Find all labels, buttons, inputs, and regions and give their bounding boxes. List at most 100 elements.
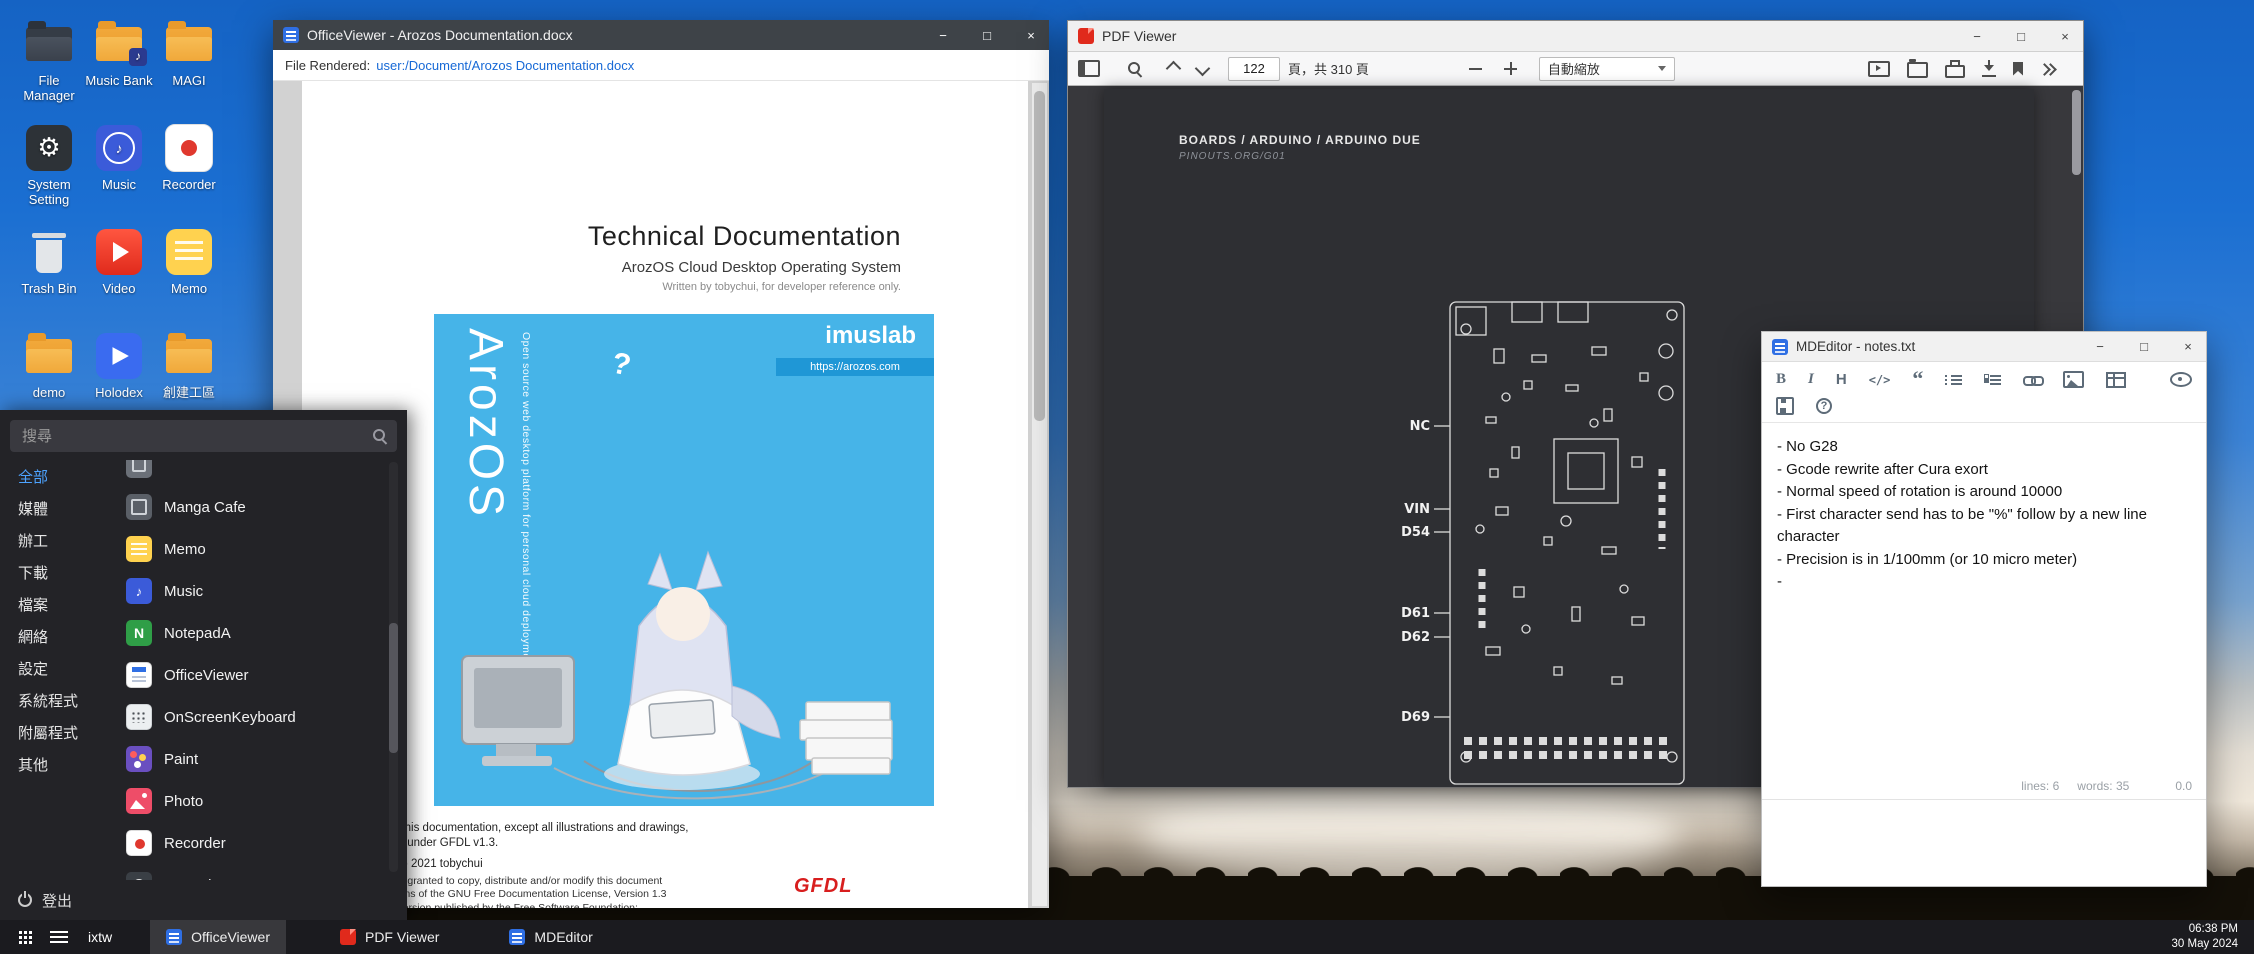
app-item-notepada[interactable]: NNotepadA [126,612,381,654]
table-icon[interactable] [2106,372,2126,388]
desktop-icon-memo[interactable]: Memo [154,226,224,330]
open-file-icon[interactable] [1907,62,1928,78]
start-menu-categories: 全部 媒體 辦工 下載 檔案 網絡 設定 系統程式 附屬程式 其他 [0,460,126,880]
code-button[interactable]: </> [1869,374,1891,386]
desktop-icon-music[interactable]: ♪ Music [84,122,154,226]
italic-button[interactable]: I [1808,372,1814,387]
category-media[interactable]: 媒體 [18,492,126,524]
file-rendered-label: File Rendered: [285,58,370,73]
app-item-partial[interactable] [126,460,381,486]
icon-label: Video [84,282,154,297]
help-button[interactable]: ? [1816,398,1832,414]
numbered-list-icon[interactable] [1984,374,2001,386]
category-settings[interactable]: 設定 [18,652,126,684]
ime-indicator[interactable]: ixtw [88,929,112,945]
close-button[interactable]: × [1013,20,1049,50]
heading-button[interactable]: H [1836,372,1847,387]
bullet-list-icon[interactable] [1945,374,1962,386]
image-icon[interactable] [2063,371,2084,388]
minimize-button[interactable]: − [2082,332,2118,361]
category-network[interactable]: 網絡 [18,620,126,652]
desktop-icon-file-manager[interactable]: File Manager [14,18,84,122]
desktop-icon-music-bank[interactable]: ♪ Music Bank [84,18,154,122]
maximize-button[interactable]: □ [969,20,1005,50]
app-item-paint[interactable]: Paint [126,738,381,780]
quote-button[interactable]: “ [1912,375,1923,384]
category-office[interactable]: 辦工 [18,524,126,556]
page-number-input[interactable] [1228,57,1280,81]
window-title: OfficeViewer - Arozos Documentation.docx [307,27,573,43]
preview-eye-icon[interactable] [2170,372,2192,387]
taskbar-clock[interactable]: 06:38 PM 30 May 2024 [2172,922,2245,952]
logout-button[interactable]: 登出 [0,880,407,920]
search-input[interactable] [20,427,373,446]
category-others[interactable]: 其他 [18,748,126,780]
sidebar-toggle-icon[interactable] [1078,60,1100,77]
pdfviewer-titlebar[interactable]: PDF Viewer − □ × [1068,21,2083,52]
start-menu-search[interactable] [10,420,397,452]
artwork-question-mark: ? [609,346,634,383]
presentation-mode-icon[interactable] [1868,61,1890,77]
document-scrollbar[interactable] [1032,83,1047,906]
previous-page-icon[interactable] [1166,61,1182,77]
zoom-select[interactable]: 自動縮放 [1539,57,1675,81]
taskbar-item-officeviewer[interactable]: OfficeViewer [150,920,286,954]
close-button[interactable]: × [2047,21,2083,51]
icon-label: Music Bank [84,74,154,89]
zoom-in-icon[interactable] [1504,62,1517,75]
desktop-icon-trash-bin[interactable]: Trash Bin [14,226,84,330]
app-item-serverless[interactable]: Serverless [126,864,381,880]
close-button[interactable]: × [2170,332,2206,361]
md-editor-textarea[interactable]: - No G28 - Gcode rewrite after Cura exor… [1762,423,2206,776]
app-item-manga-cafe[interactable]: Manga Cafe [126,486,381,528]
next-page-icon[interactable] [1195,61,1211,77]
minimize-button[interactable]: − [1959,21,1995,51]
desktop-icon-magi[interactable]: MAGI [154,18,224,122]
desktop-icon-system-setting[interactable]: ⚙ System Setting [14,122,84,226]
document-header: Technical Documentation ArozOS Cloud Des… [588,221,901,293]
search-icon[interactable] [1128,62,1142,76]
icon-label: demo [14,386,84,401]
category-system[interactable]: 系統程式 [18,684,126,716]
start-menu-scrollbar[interactable] [389,462,398,872]
print-icon[interactable] [1945,65,1965,78]
photo-icon [126,788,152,814]
app-item-memo[interactable]: Memo [126,528,381,570]
bookmark-icon[interactable] [2013,62,2023,76]
app-item-recorder[interactable]: Recorder [126,822,381,864]
maximize-button[interactable]: □ [2003,21,2039,51]
desktop-icon-video[interactable]: Video [84,226,154,330]
bold-button[interactable]: B [1776,372,1786,387]
download-icon[interactable] [1982,60,1996,77]
minimize-button[interactable]: − [925,20,961,50]
maximize-button[interactable]: □ [2126,332,2162,361]
link-icon[interactable] [2023,375,2041,385]
more-tools-icon[interactable] [2040,63,2055,75]
officeviewer-titlebar[interactable]: OfficeViewer - Arozos Documentation.docx… [273,20,1049,50]
category-download[interactable]: 下載 [18,556,126,588]
category-files[interactable]: 檔案 [18,588,126,620]
page-count-label: 頁，共 310 頁 [1288,59,1369,78]
mdeditor-titlebar[interactable]: MDEditor - notes.txt − □ × [1762,332,2206,362]
scrollbar-thumb[interactable] [389,623,398,753]
pdf-source-label: PINOUTS.ORG/G01 [1179,151,1286,162]
icon-label: Holodex [84,386,154,401]
scrollbar-thumb[interactable] [2072,90,2081,175]
app-item-photo[interactable]: Photo [126,780,381,822]
app-item-music[interactable]: ♪Music [126,570,381,612]
save-icon[interactable] [1776,397,1794,415]
start-button[interactable] [10,920,40,954]
taskbar-item-pdfviewer[interactable]: PDF Viewer [324,920,455,954]
app-item-officeviewer[interactable]: OfficeViewer [126,654,381,696]
app-item-onscreenkeyboard[interactable]: OnScreenKeyboard [126,696,381,738]
zoom-out-icon[interactable] [1469,62,1482,75]
taskbar-item-mdeditor[interactable]: MDEditor [493,920,608,954]
officeviewer-icon [166,929,182,945]
category-all[interactable]: 全部 [18,460,126,492]
menu-icon[interactable] [50,931,68,943]
desktop-icon-recorder[interactable]: Recorder [154,122,224,226]
scrollbar-thumb[interactable] [1034,91,1045,421]
officeviewer-app-icon [283,27,299,43]
file-rendered-link[interactable]: user:/Document/Arozos Documentation.docx [376,58,634,73]
category-accessories[interactable]: 附屬程式 [18,716,126,748]
